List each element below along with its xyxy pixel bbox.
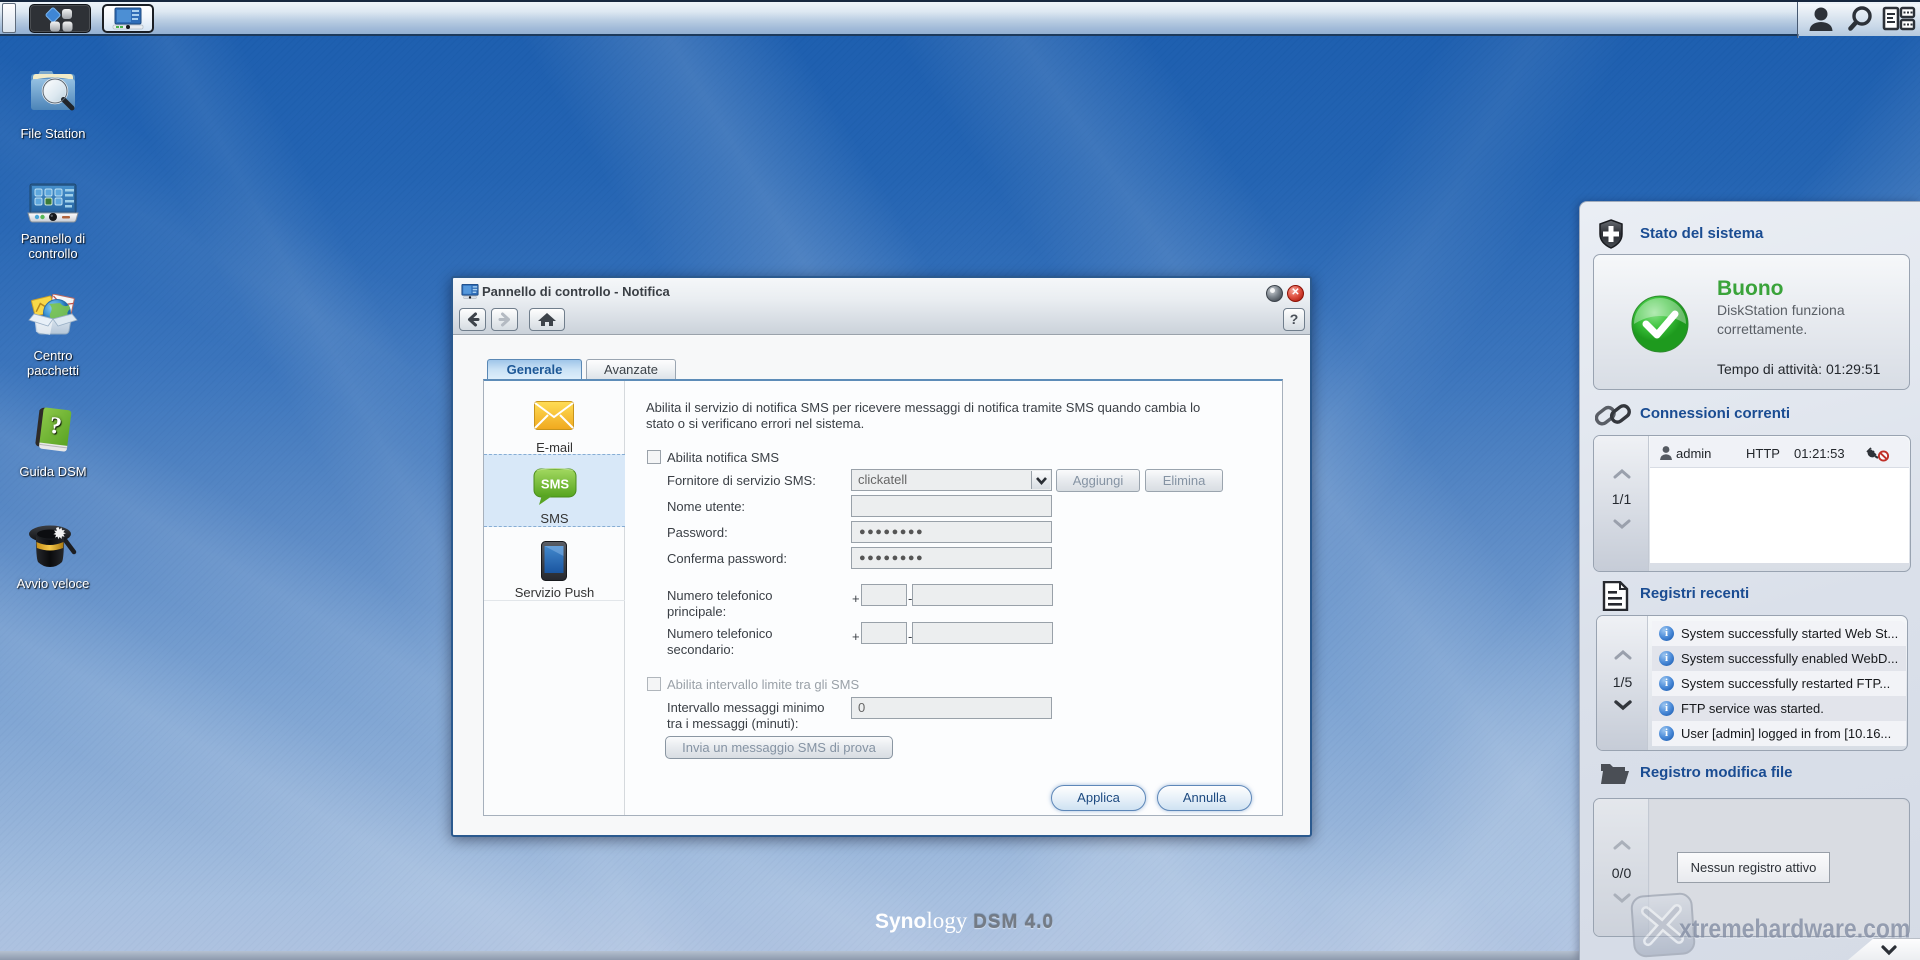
svg-text:SMS: SMS [541,477,570,492]
